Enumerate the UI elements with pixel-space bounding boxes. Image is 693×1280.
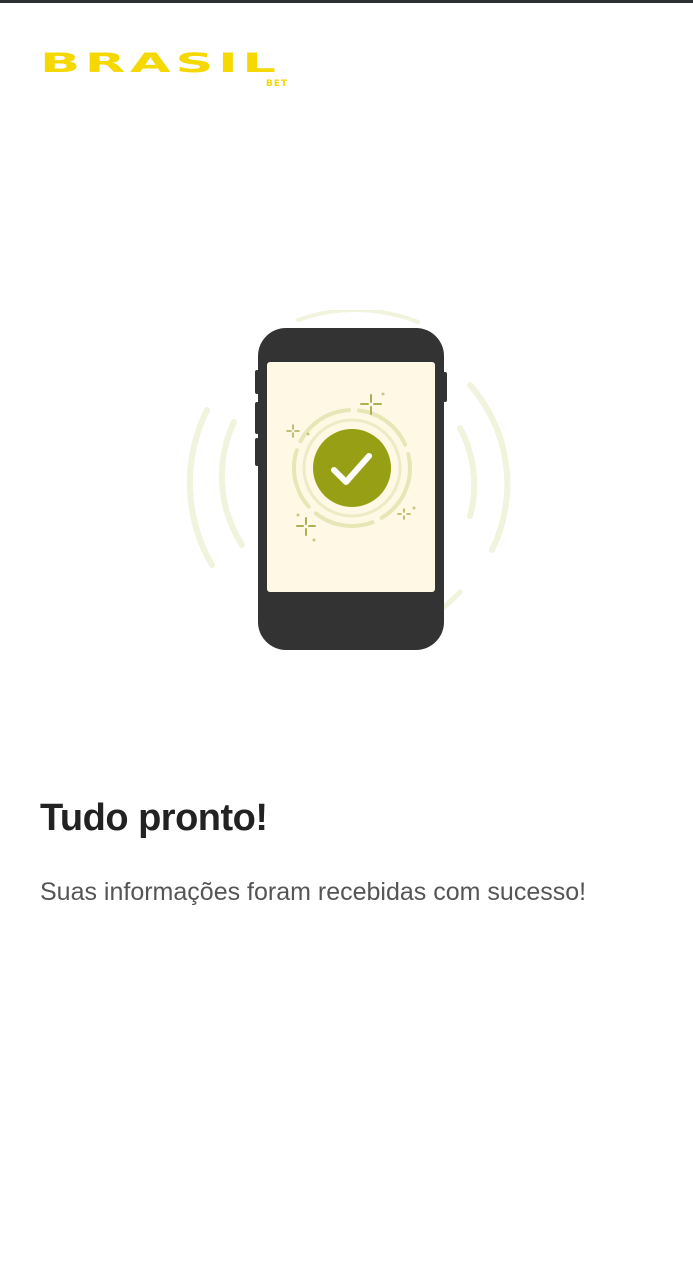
- status-bar-edge: [0, 0, 693, 3]
- phone-success-illustration: [187, 310, 511, 650]
- sparkle-dot: [412, 506, 416, 510]
- success-title: Tudo pronto!: [40, 797, 268, 839]
- logo-subtext: BET: [266, 79, 289, 89]
- sparkle-dot: [381, 392, 385, 396]
- brasil-bet-logo: BRASIL BET: [40, 50, 312, 94]
- sparkle-dot: [296, 513, 300, 517]
- phone-side-button: [255, 402, 259, 434]
- logo-text: BRASIL: [40, 47, 281, 79]
- check-badge: [313, 429, 391, 507]
- success-screen: BRASIL BET Tudo pronto! Suas informações…: [0, 0, 693, 1280]
- phone-side-button: [255, 370, 259, 394]
- success-message: Suas informações foram recebidas com suc…: [40, 878, 587, 906]
- phone-side-button: [255, 438, 259, 466]
- sparkle-dot: [306, 432, 310, 436]
- phone-side-button: [443, 372, 447, 402]
- sparkle-dot: [312, 538, 316, 542]
